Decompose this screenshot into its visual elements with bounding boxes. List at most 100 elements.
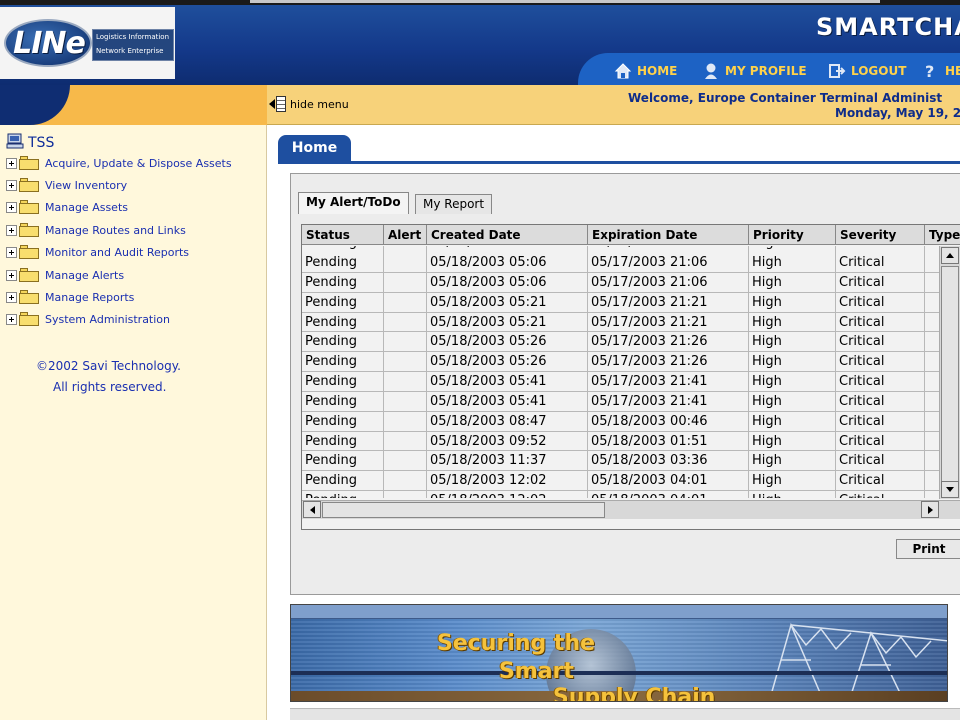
sidebar-item-monitor-audit[interactable]: Monitor and Audit Reports [6,244,189,260]
sidebar-item-manage-reports[interactable]: Manage Reports [6,289,134,305]
nav-home[interactable]: HOME [614,61,677,81]
cell-priority: High [749,372,836,391]
scroll-down-button[interactable] [941,481,959,498]
nav-help[interactable]: ? HE [922,61,960,81]
print-button[interactable]: Print [896,539,960,559]
menu-icon [276,96,286,112]
tab-home[interactable]: Home [278,135,351,161]
nav-logout[interactable]: LOGOUT [828,61,906,81]
table-row[interactable]: Pending 05/18/2003 05:41 05/17/2003 21:41 H… [302,391,960,412]
cell-severity: Critical [836,292,925,312]
logout-icon [828,62,846,80]
svg-text:?: ? [925,62,934,80]
expand-icon[interactable] [6,269,17,281]
table-row[interactable]: Pending 05/18/2003 11:37 05/18/2003 03:36 H… [302,451,960,472]
tree-root-label: TSS [28,135,55,151]
expand-icon[interactable] [6,313,17,325]
table-row[interactable]: Pending 05/18/2003 05:21 05/17/2003 21:21 H… [302,312,960,333]
expand-icon[interactable] [6,179,17,191]
expand-icon[interactable] [6,224,17,236]
table-row[interactable]: Pending 05/18/2003 05:26 05/17/2003 21:26 H… [302,352,960,373]
scroll-left-button[interactable] [303,501,321,518]
sidebar-item-manage-routes[interactable]: Manage Routes and Links [6,222,186,238]
folder-icon [19,312,39,326]
column-header-type[interactable]: Type [925,225,960,245]
column-header-status[interactable]: Status [302,225,384,245]
cell-priority: High [749,471,836,491]
table-row[interactable]: Pending 05/18/2003 05:21 05/17/2003 21:21 H… [302,292,960,313]
cell-alert [384,372,427,391]
copyright-line2: All rights reserved. [53,380,167,394]
sidebar-item-manage-alerts[interactable]: Manage Alerts [6,267,124,283]
tab-my-alert-todo[interactable]: My Alert/ToDo [298,192,409,214]
horizontal-scroll-thumb[interactable] [322,502,605,518]
sidebar-item-manage-assets[interactable]: Manage Assets [6,199,128,215]
sidebar-item-system-administration[interactable]: System Administration [6,311,170,327]
cell-status: Pending [302,292,384,312]
brand-title: SMARTCHA [816,13,960,41]
table-row[interactable]: Pending 05/18/2003 05:06 05/17/2003 21:06 H… [302,253,960,273]
cell-expiration: 05/18/2003 01:51 [588,431,749,451]
cell-status: Pending [302,372,384,391]
cell-alert [384,431,427,451]
vertical-scrollbar[interactable] [939,246,960,499]
cell-priority: High [749,431,836,451]
cell-severity: Critical [836,253,925,272]
scroll-right-button[interactable] [921,501,939,518]
logo[interactable]: LINe Logistics Information Network Enter… [0,7,175,79]
table-row[interactable]: Pending 05/18/2003 05:26 05/17/2003 21:26 H… [302,332,960,353]
cell-alert [384,391,427,411]
column-header-priority[interactable]: Priority [749,225,836,245]
cell-status: Pending [302,272,384,292]
table-row[interactable]: Pending 05/18/2003 12:0205/18/2003 04:01H… [302,491,960,498]
column-header-severity[interactable]: Severity [836,225,925,245]
cell-alert [384,246,427,253]
cell-expiration: 05/17/2003 21:26 [588,332,749,352]
expand-icon[interactable] [6,201,17,213]
nav-my-profile[interactable]: MY PROFILE [702,61,807,81]
hide-menu-button[interactable]: hide menu [269,96,349,112]
cell-status: Pending [302,431,384,451]
cell-created: 05/18/2003 05:26 [427,352,588,372]
home-icon [614,62,632,80]
sidebar-item-view-inventory[interactable]: View Inventory [6,177,127,193]
table-rows: Pending 05/18/2003 05:06 05/17/2003 21:06 H… [302,253,960,498]
cell-alert [384,491,427,498]
table-row[interactable]: Pending 05/18/2003 12:0205/18/2003 04:01H… [302,471,960,492]
cell-severity: Critical [836,391,925,411]
copyright-line1: ©2002 Savi Technology. [36,359,181,373]
expand-icon[interactable] [6,291,17,303]
column-header-alert[interactable]: Alert [384,225,427,245]
cell-alert [384,253,427,272]
tree-root[interactable]: TSS [6,132,54,154]
sidebar-item-label: Manage Alerts [45,268,125,282]
table-row[interactable]: Pending 05/18/2003 08:47 05/18/2003 00:46 H… [302,411,960,432]
cell-expiration: 05/18/2003 03:36 [588,451,749,471]
expand-icon[interactable] [6,246,17,258]
horizontal-scrollbar[interactable] [302,500,960,519]
cell-status: Pending [302,471,384,491]
cell-alert [384,352,427,372]
table-row[interactable]: Pending 05/18/2003 05:06 05/17/2003 21:06 H… [302,272,960,293]
cell-created: 05/18/2003 08:47 [427,411,588,431]
nav-home-label: HOME [637,64,678,78]
column-header-created-date[interactable]: Created Date [427,225,588,245]
vertical-scroll-thumb[interactable] [941,266,959,482]
cell-priority: High [749,292,836,312]
table-row[interactable]: Pending 05/18/2003 05:41 05/17/2003 21:41 H… [302,372,960,392]
cell-created: 05/18/2003 05:41 [427,391,588,411]
expand-icon[interactable] [6,157,17,169]
cell-severity: Critical [836,431,925,451]
cell-status: Pending [302,411,384,431]
help-icon: ? [922,62,940,81]
scroll-up-button[interactable] [941,247,959,264]
nav-logout-label: LOGOUT [851,64,907,78]
sidebar-cap [0,85,267,125]
table-row[interactable]: Pending 05/18/2003 09:52 05/18/2003 01:51 H… [302,431,960,452]
column-header-expiration-date[interactable]: Expiration Date [588,225,749,245]
sidebar-item-acquire-assets[interactable]: Acquire, Update & Dispose Assets [6,155,232,171]
cell-status: Pending [302,391,384,411]
tab-my-report[interactable]: My Report [415,194,493,214]
cell-severity: Critical [836,246,925,253]
logo-subtitle-line1: Logistics Information [96,33,170,41]
